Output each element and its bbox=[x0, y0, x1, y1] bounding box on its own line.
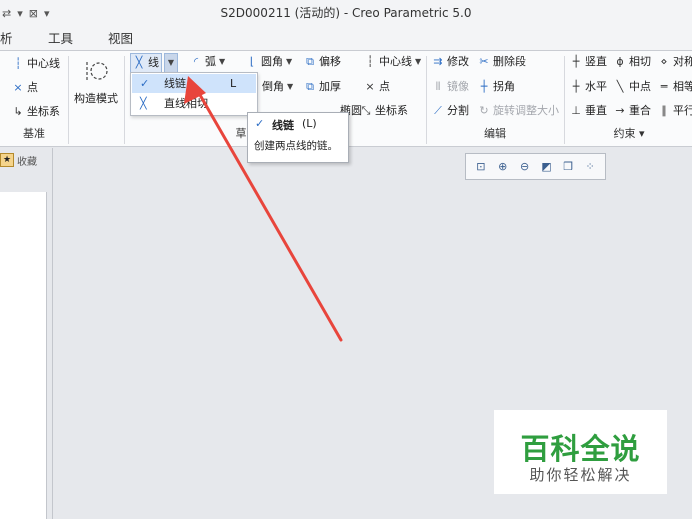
watermark: 百科全说 助你轻松解决 bbox=[494, 410, 667, 494]
watermark-subtitle: 助你轻松解决 bbox=[529, 466, 632, 484]
watermark-title: 百科全说 bbox=[520, 432, 641, 466]
